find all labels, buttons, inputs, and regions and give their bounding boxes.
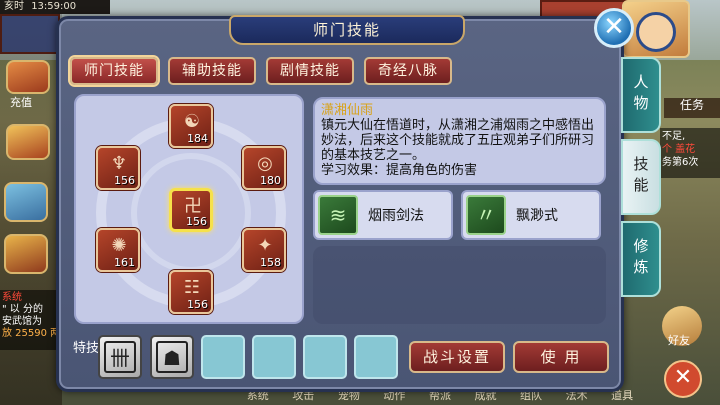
special-gate-icon: 卌 <box>104 341 136 373</box>
event-icon[interactable] <box>4 234 48 274</box>
special-slot-6[interactable] <box>354 335 398 379</box>
skill-level: 156 <box>187 298 208 311</box>
close-menu-icon[interactable]: ✕ <box>664 360 702 398</box>
skill-slot-lower-right[interactable]: ✦ 158 <box>242 228 286 272</box>
wind-icon: 〃 <box>466 195 506 235</box>
tab-cultivation[interactable]: 修炼 <box>621 221 661 297</box>
skill-level: 158 <box>260 256 281 269</box>
tab-story-skills[interactable]: 剧情技能 <box>266 57 354 85</box>
tab-support-skills[interactable]: 辅助技能 <box>168 57 256 85</box>
tab-skills[interactable]: 技能 <box>621 139 661 215</box>
recharge-label: 充值 <box>10 96 32 109</box>
friends-label: 好友 <box>668 334 690 347</box>
status-time: 13:59:00 <box>31 1 77 12</box>
empty-detail-panel <box>313 246 606 324</box>
sub-skill-yanyu[interactable]: ≋ 烟雨剑法 <box>313 190 453 240</box>
skill-level: 180 <box>260 174 281 187</box>
skill-level: 184 <box>187 132 208 145</box>
close-icon[interactable]: ✕ <box>594 8 634 48</box>
skill-effect-text: 学习效果：提高角色的伤害 <box>321 163 478 178</box>
special-skills-label: 特技 <box>72 341 99 356</box>
notice-line: 不足, <box>662 131 686 142</box>
sub-skills-panel: ≋ 烟雨剑法 〃 飘渺式 <box>313 190 606 242</box>
special-slot-1[interactable]: 卌 <box>98 335 142 379</box>
side-tabs: 人物 技能 修炼 <box>621 57 661 303</box>
tab-meridians[interactable]: 奇经八脉 <box>364 57 452 85</box>
sword-rain-icon: ≋ <box>318 195 358 235</box>
status-bar: 亥时 13:59:00 <box>0 0 110 14</box>
tab-school-skills[interactable]: 师门技能 <box>70 57 158 85</box>
skill-slot-top[interactable]: ☯ 184 <box>169 104 213 148</box>
skill-category-tabs: 师门技能 辅助技能 剧情技能 奇经八脉 <box>70 57 452 85</box>
chat-line: 放 25590 两 <box>2 328 61 339</box>
sub-skill-label: 飘渺式 <box>516 208 558 224</box>
skill-description-text: 镇元大仙在悟道时，从潇湘之浦烟雨之中感悟出妙法，后来这个技能就成了五庄观弟子们所… <box>321 118 595 163</box>
status-period: 亥时 <box>4 1 24 12</box>
skill-level: 156 <box>186 215 207 228</box>
chat-line: 安武馆为 <box>2 316 42 327</box>
yin-yang-icon: ☯ <box>183 111 201 132</box>
task-tab[interactable]: 任务 <box>664 98 720 118</box>
recharge-icon[interactable] <box>6 60 50 94</box>
skill-slot-bottom[interactable]: ☷ 156 <box>169 270 213 314</box>
special-slot-5[interactable] <box>303 335 347 379</box>
skill-level: 161 <box>114 256 135 269</box>
notice-line: 个 盖花 <box>662 144 696 155</box>
skill-slot-upper-right[interactable]: ◎ 180 <box>242 146 286 190</box>
use-button[interactable]: 使 用 <box>513 341 609 373</box>
avatar-face <box>636 12 676 52</box>
sub-skill-label: 烟雨剑法 <box>368 208 424 224</box>
skill-slot-center-selected[interactable]: 卍 156 <box>169 188 213 232</box>
gift-icon[interactable] <box>6 124 50 160</box>
task-notice: 不足, 个 盖花 务第6次 <box>660 128 720 178</box>
chat-line: 系统 <box>2 292 22 303</box>
special-slot-3[interactable] <box>201 335 245 379</box>
skill-name: 潇湘仙雨 <box>321 103 374 118</box>
special-lock-icon: ☗ <box>156 341 188 373</box>
skill-slot-upper-left[interactable]: ♆ 156 <box>96 146 140 190</box>
notice-line: 务第6次 <box>662 157 699 168</box>
activity-icon[interactable] <box>4 182 48 222</box>
special-slot-2[interactable]: ☗ <box>150 335 194 379</box>
battle-settings-button[interactable]: 战斗设置 <box>409 341 505 373</box>
skill-description-panel: 潇湘仙雨 镇元大仙在悟道时，从潇湘之浦烟雨之中感悟出妙法，后来这个技能就成了五庄… <box>313 97 606 185</box>
right-task-hud: 任务 不足, 个 盖花 务第6次 <box>660 90 720 180</box>
orb-icon: ✺ <box>111 235 127 256</box>
spiral-icon: ◎ <box>257 153 273 174</box>
special-slot-4[interactable] <box>252 335 296 379</box>
tab-character[interactable]: 人物 <box>621 57 661 133</box>
skill-slot-lower-left[interactable]: ✺ 161 <box>96 228 140 272</box>
dialog-title: 师门技能 <box>229 15 465 45</box>
tree-icon: ✦ <box>257 235 273 256</box>
rune-icon: ☷ <box>183 277 201 298</box>
sub-skill-piaomiao[interactable]: 〃 飘渺式 <box>461 190 601 240</box>
skill-level: 156 <box>114 174 135 187</box>
skill-tree-panel: ☯ 184 ♆ 156 ◎ 180 卍 156 ✺ 161 ✦ 158 ☷ 15… <box>74 94 304 324</box>
chat-line: " 以 分的 <box>2 304 43 315</box>
axe-icon: ♆ <box>110 153 128 174</box>
